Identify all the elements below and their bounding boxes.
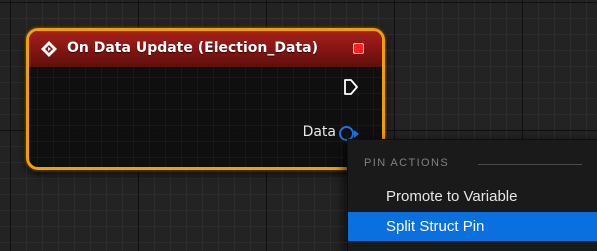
node-body: Data xyxy=(29,67,382,167)
data-pin-label: Data xyxy=(302,124,336,140)
event-node[interactable]: On Data Update (Election_Data) Data xyxy=(26,28,385,170)
menu-divider xyxy=(478,164,582,165)
delegate-pin-icon[interactable] xyxy=(353,43,364,54)
exec-pin-icon[interactable] xyxy=(343,78,359,96)
menu-section-title: PIN ACTIONS xyxy=(364,157,450,169)
graph-canvas[interactable]: On Data Update (Election_Data) Data PIN … xyxy=(0,0,597,251)
node-title: On Data Update (Election_Data) xyxy=(67,40,318,56)
menu-item-split-struct-pin[interactable]: Split Struct Pin xyxy=(348,212,597,241)
pin-context-menu: PIN ACTIONS Promote to Variable Split St… xyxy=(347,139,597,251)
event-diamond-icon xyxy=(41,41,57,57)
struct-pin-arrow-icon xyxy=(354,130,359,138)
menu-item-promote-to-variable[interactable]: Promote to Variable xyxy=(348,183,597,211)
node-header[interactable]: On Data Update (Election_Data) xyxy=(29,31,382,67)
